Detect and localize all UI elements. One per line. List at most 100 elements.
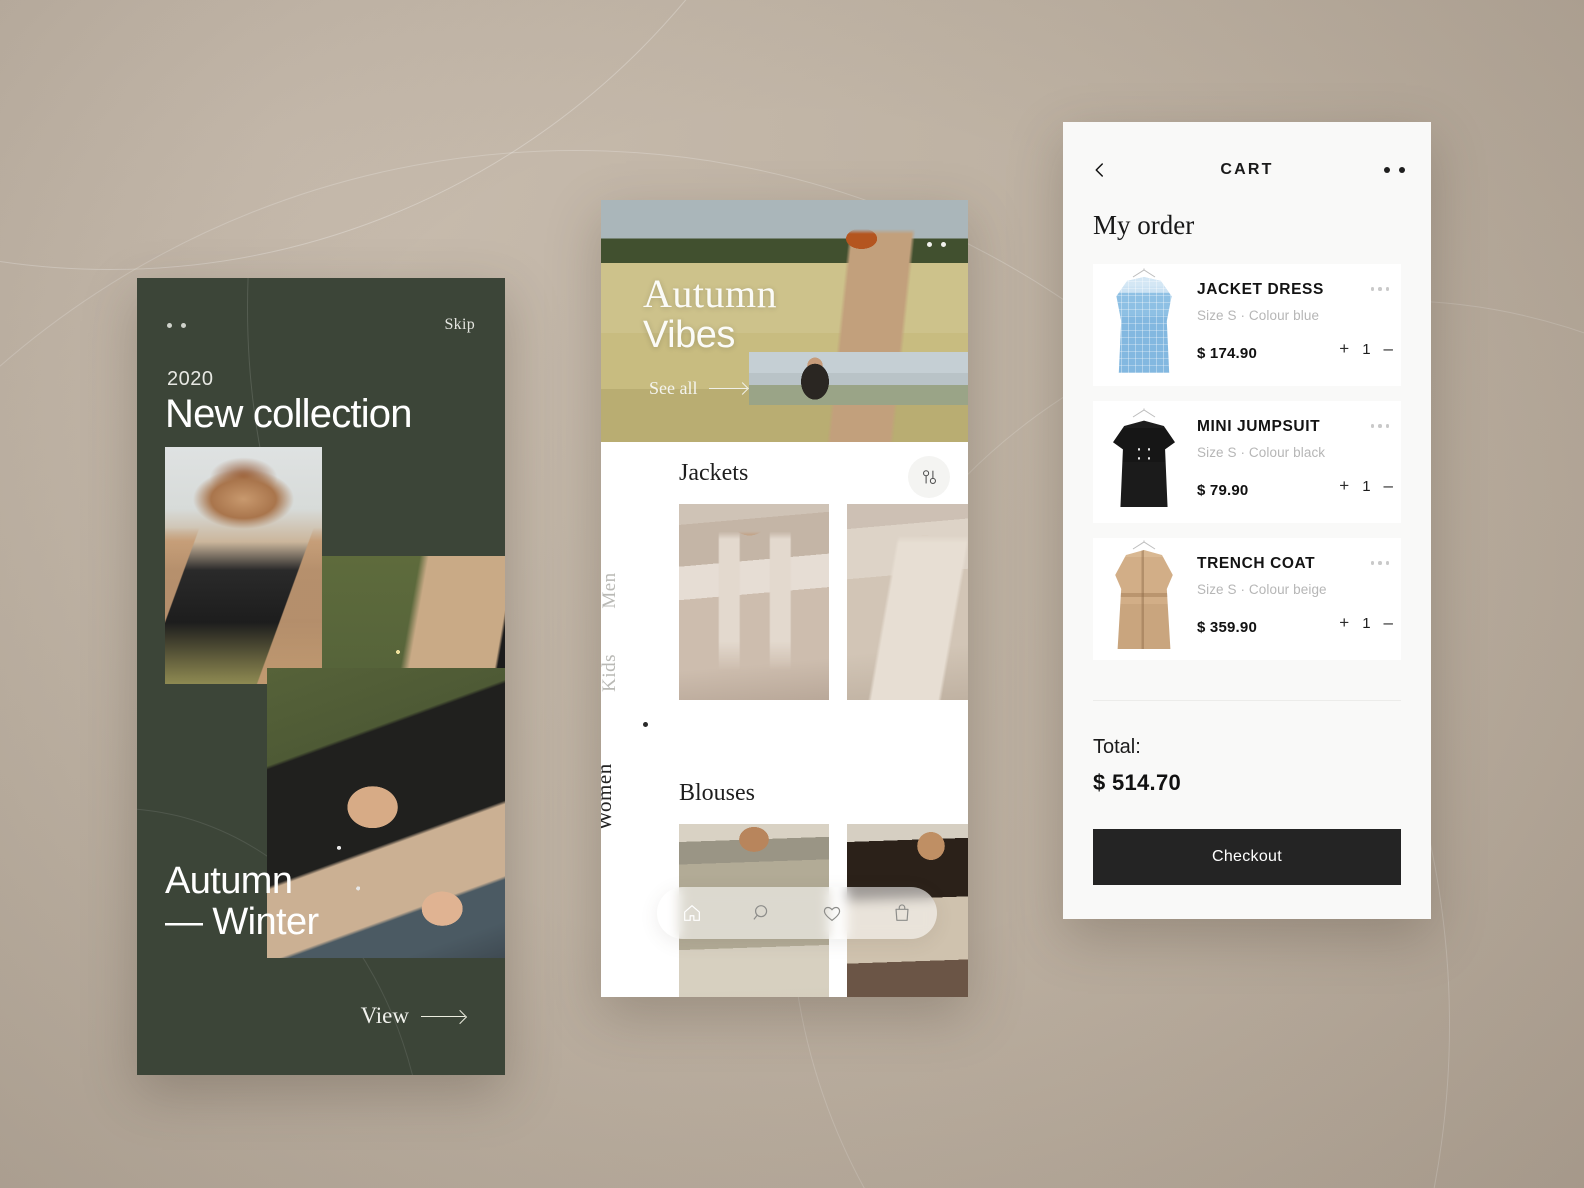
- quantity-stepper: + 1 –: [1339, 339, 1393, 359]
- search-icon: [753, 905, 768, 920]
- quantity-value: 1: [1362, 477, 1371, 495]
- decrease-quantity-button[interactable]: –: [1384, 613, 1393, 633]
- hanger-icon: [1132, 540, 1156, 550]
- view-button[interactable]: View: [361, 1003, 465, 1029]
- onboarding-screen: Skip 2020 New collection Autumn — Winter…: [137, 278, 505, 1075]
- cart-item-price: $ 359.90: [1197, 619, 1257, 636]
- quantity-value: 1: [1362, 614, 1371, 632]
- view-button-label: View: [360, 1003, 409, 1028]
- cart-item-info: JACKET DRESS Size S · Colour blue $ 174.…: [1197, 273, 1401, 377]
- cart-item-options: Size S · Colour blue: [1197, 308, 1320, 323]
- increase-quantity-button[interactable]: +: [1339, 476, 1349, 496]
- sliders-icon: [922, 469, 936, 484]
- hanger-icon: [1132, 268, 1156, 278]
- cart-item-name: TRENCH COAT: [1197, 555, 1316, 572]
- menu-dot: [1378, 424, 1382, 428]
- menu-dot: [1384, 167, 1390, 173]
- cart-item-row[interactable]: TRENCH COAT Size S · Colour beige $ 359.…: [1093, 538, 1401, 660]
- arrow-right-icon: [709, 388, 748, 389]
- hero-title-line-1: Autumn: [643, 271, 778, 316]
- section-header-jackets: Jackets: [679, 460, 748, 487]
- total-label: Total:: [1093, 736, 1141, 758]
- pager-dot: [167, 322, 172, 328]
- collection-year: 2020: [167, 368, 214, 390]
- tab-home[interactable]: [680, 901, 704, 925]
- cart-item-more-button[interactable]: [1370, 287, 1389, 291]
- quantity-value: 1: [1362, 340, 1371, 358]
- rail-item-men[interactable]: Men: [601, 572, 621, 608]
- bottom-tabbar: [657, 887, 937, 939]
- tab-search[interactable]: [750, 901, 774, 925]
- cart-screen: CART My order JACKET DRESS Size S · Colo…: [1063, 122, 1431, 919]
- increase-quantity-button[interactable]: +: [1339, 613, 1349, 633]
- jacket-dress-thumb: [1116, 277, 1172, 373]
- bag-icon: [895, 904, 909, 921]
- mini-jumpsuit-thumb: [1113, 420, 1175, 507]
- section-heading: My order: [1093, 210, 1195, 240]
- home-icon: [684, 905, 700, 921]
- hero-title: Autumn Vibes: [643, 272, 777, 356]
- cart-item-info: MINI JUMPSUIT Size S · Colour black $ 79…: [1197, 410, 1401, 514]
- skip-button[interactable]: Skip: [444, 316, 475, 334]
- cart-item-more-button[interactable]: [1370, 424, 1389, 428]
- increase-quantity-button[interactable]: +: [1339, 339, 1349, 359]
- cart-item-options: Size S · Colour black: [1197, 445, 1326, 460]
- heart-icon: [823, 906, 841, 922]
- cart-item-price: $ 79.90: [1197, 482, 1249, 499]
- trench-coat-thumb: [1115, 550, 1173, 649]
- total-value: $ 514.70: [1093, 770, 1182, 795]
- menu-dot: [1378, 287, 1382, 291]
- cart-item-name: MINI JUMPSUIT: [1197, 418, 1321, 435]
- product-thumbnail: [1105, 268, 1183, 377]
- section-header-blouses: Blouses: [679, 780, 755, 807]
- decrease-quantity-button[interactable]: –: [1384, 476, 1393, 496]
- cart-item-name: JACKET DRESS: [1197, 281, 1324, 298]
- tab-bag[interactable]: [890, 901, 914, 925]
- onboarding-topbar: Skip: [167, 316, 475, 334]
- pager-dot: [181, 322, 186, 328]
- divider: [1093, 700, 1401, 701]
- category-rail: Men Kids Women: [601, 482, 651, 831]
- product-card[interactable]: Double breasted jacket $ 149.50: [847, 504, 968, 700]
- menu-dot: [1370, 424, 1374, 428]
- cart-item-row[interactable]: MINI JUMPSUIT Size S · Colour black $ 79…: [1093, 401, 1401, 523]
- catalog-hero[interactable]: Autumn Vibes See all: [601, 200, 968, 442]
- checkout-button[interactable]: Checkout: [1093, 829, 1401, 885]
- hero-menu-dots[interactable]: [927, 242, 946, 247]
- product-thumbnail: [1105, 540, 1183, 651]
- cart-navbar: CART: [1063, 156, 1431, 184]
- catalog-screen: Autumn Vibes See all Men Kids Women Jack…: [601, 200, 968, 997]
- cart-item-info: TRENCH COAT Size S · Colour beige $ 359.…: [1197, 547, 1401, 651]
- menu-dot: [1385, 561, 1389, 565]
- menu-dot: [941, 242, 946, 247]
- filter-button[interactable]: [908, 456, 950, 498]
- rail-item-women[interactable]: Women: [601, 763, 617, 830]
- see-all-button[interactable]: See all: [649, 378, 748, 399]
- menu-dot: [1385, 287, 1389, 291]
- rail-item-kids[interactable]: Kids: [601, 654, 621, 692]
- hanger-icon: [1132, 408, 1156, 418]
- cart-item-more-button[interactable]: [1370, 561, 1389, 565]
- pager-dots: [167, 322, 186, 328]
- arrow-right-icon: [421, 1015, 465, 1017]
- cart-item-price: $ 174.90: [1197, 345, 1257, 362]
- season-line-2: — Winter: [165, 900, 319, 943]
- menu-dot: [1370, 561, 1374, 565]
- back-button[interactable]: [1091, 161, 1109, 179]
- cart-item-options: Size S · Colour beige: [1197, 582, 1327, 597]
- season-line-1: Autumn: [165, 859, 293, 902]
- product-image: [679, 504, 829, 700]
- menu-dot: [1370, 287, 1374, 291]
- catalog-body: Men Kids Women Jackets Double breasted j…: [601, 442, 968, 997]
- tab-favourites[interactable]: [820, 901, 844, 925]
- quantity-stepper: + 1 –: [1339, 613, 1393, 633]
- season-title: Autumn — Winter: [165, 859, 319, 943]
- menu-dot: [1399, 167, 1405, 173]
- product-card[interactable]: Double breasted jacket $ 154.50: [679, 504, 829, 700]
- more-options-button[interactable]: [1384, 167, 1405, 173]
- hero-inset-photo: [749, 352, 968, 405]
- cart-item-row[interactable]: JACKET DRESS Size S · Colour blue $ 174.…: [1093, 264, 1401, 386]
- hero-title-line-2: Vibes: [643, 314, 735, 357]
- decrease-quantity-button[interactable]: –: [1384, 339, 1393, 359]
- menu-dot: [1378, 561, 1382, 565]
